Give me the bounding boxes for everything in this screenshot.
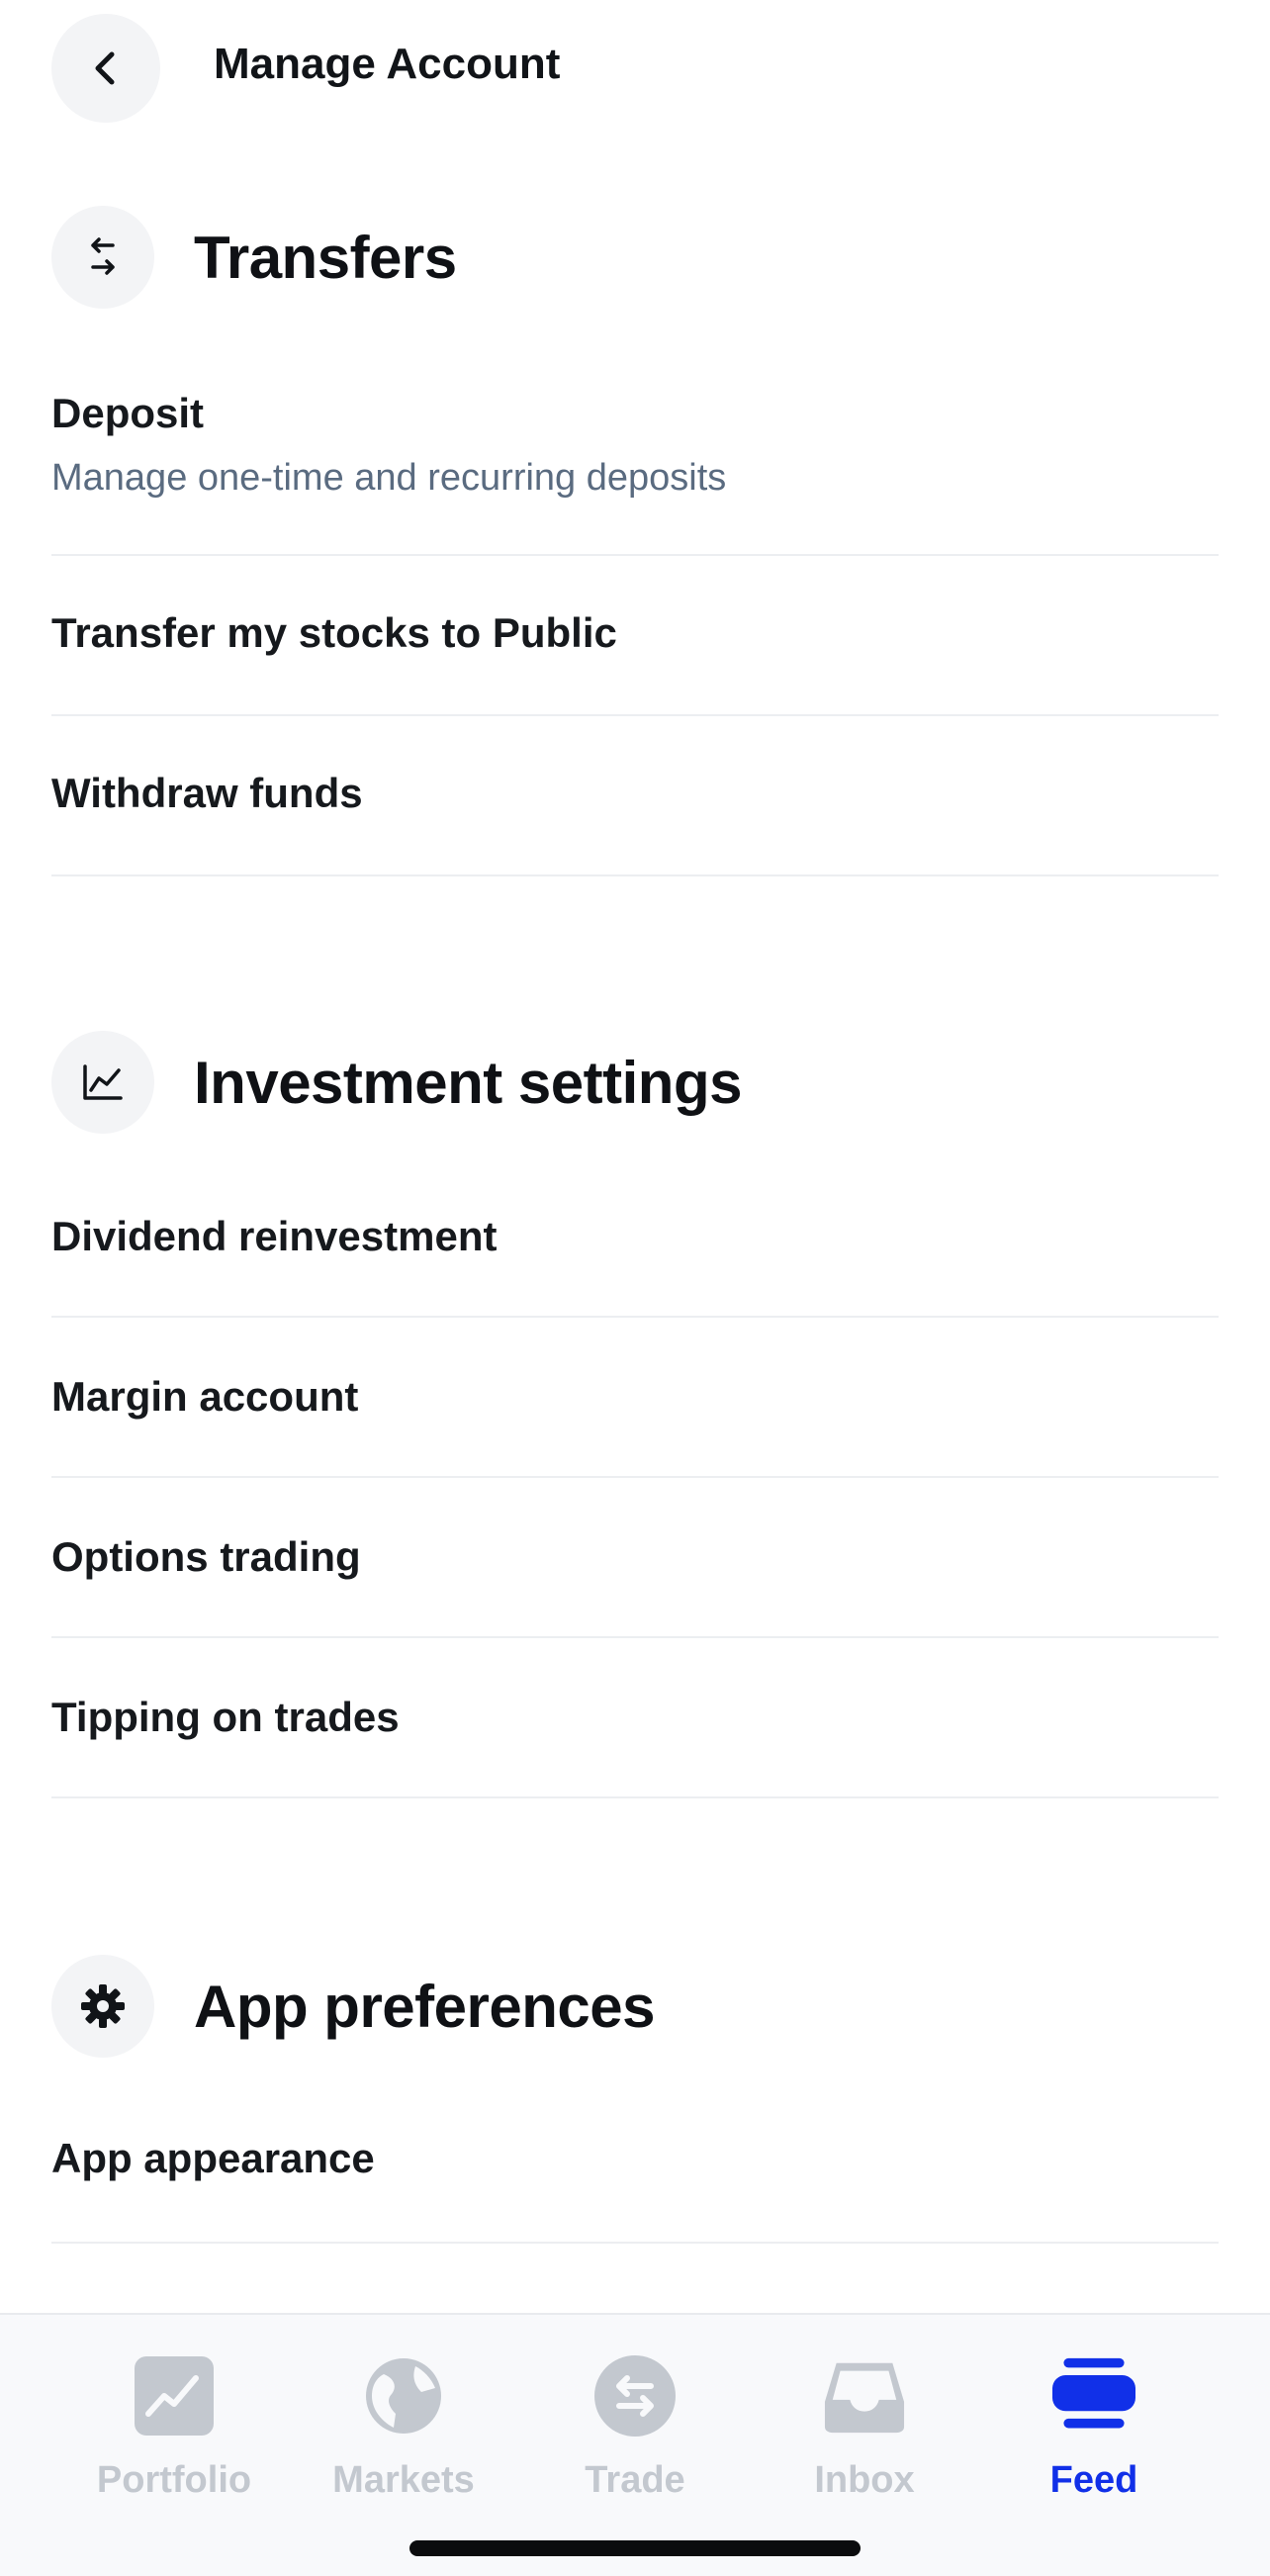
tab-trade[interactable]: Trade: [536, 2354, 734, 2532]
list-item-dividend-reinvestment[interactable]: Dividend reinvestment: [51, 1157, 1219, 1318]
arrows-swap-icon: [51, 206, 154, 309]
row-label: Deposit: [51, 390, 205, 436]
list-item-transfer-stocks[interactable]: Transfer my stocks to Public: [51, 556, 1219, 716]
section-header-investment-settings: Investment settings: [51, 1031, 742, 1134]
list-item-app-appearance[interactable]: App appearance: [51, 2083, 1219, 2244]
row-label: Margin account: [51, 1373, 359, 1420]
row-label: Withdraw funds: [51, 770, 363, 816]
tab-inbox[interactable]: Inbox: [766, 2354, 963, 2532]
section-title: Transfers: [194, 224, 457, 291]
list-item-deposit[interactable]: Deposit Manage one-time and recurring de…: [51, 376, 1219, 556]
tab-feed[interactable]: Feed: [995, 2354, 1193, 2532]
row-label: App appearance: [51, 2135, 375, 2181]
feed-icon: [1052, 2354, 1135, 2438]
globe-icon: [362, 2354, 445, 2438]
tab-portfolio[interactable]: Portfolio: [75, 2354, 273, 2532]
row-subtitle: Manage one-time and recurring deposits: [51, 457, 727, 499]
tab-markets[interactable]: Markets: [305, 2354, 502, 2532]
section-header-app-preferences: App preferences: [51, 1955, 656, 2058]
list-item-margin-account[interactable]: Margin account: [51, 1318, 1219, 1478]
tab-label: Feed: [1049, 2459, 1138, 2501]
row-label: Options trading: [51, 1533, 361, 1580]
chart-square-icon: [133, 2354, 216, 2438]
bottom-tab-bar: Portfolio Markets Trade Inbox Feed: [0, 2313, 1270, 2576]
chevron-left-icon: [95, 51, 115, 85]
tab-label: Inbox: [814, 2459, 915, 2501]
section-header-transfers: Transfers: [51, 206, 457, 309]
swap-circle-icon: [593, 2354, 677, 2438]
list-item-withdraw-funds[interactable]: Withdraw funds: [51, 716, 1219, 876]
section-title: App preferences: [194, 1973, 656, 2040]
tab-label: Portfolio: [96, 2459, 252, 2501]
row-label: Dividend reinvestment: [51, 1213, 498, 1259]
row-label: Transfer my stocks to Public: [51, 609, 617, 656]
tab-label: Trade: [585, 2459, 685, 2501]
gear-icon: [51, 1955, 154, 2058]
tab-label: Markets: [332, 2459, 475, 2501]
list-item-tipping-on-trades[interactable]: Tipping on trades: [51, 1638, 1219, 1798]
back-button[interactable]: [51, 14, 160, 123]
top-bar: Manage Account: [0, 0, 1270, 138]
inbox-icon: [823, 2354, 906, 2438]
home-indicator: [409, 2540, 861, 2556]
row-label: Tipping on trades: [51, 1694, 400, 1740]
section-title: Investment settings: [194, 1049, 742, 1116]
line-chart-icon: [51, 1031, 154, 1134]
list-item-options-trading[interactable]: Options trading: [51, 1478, 1219, 1638]
page-title: Manage Account: [214, 40, 561, 88]
